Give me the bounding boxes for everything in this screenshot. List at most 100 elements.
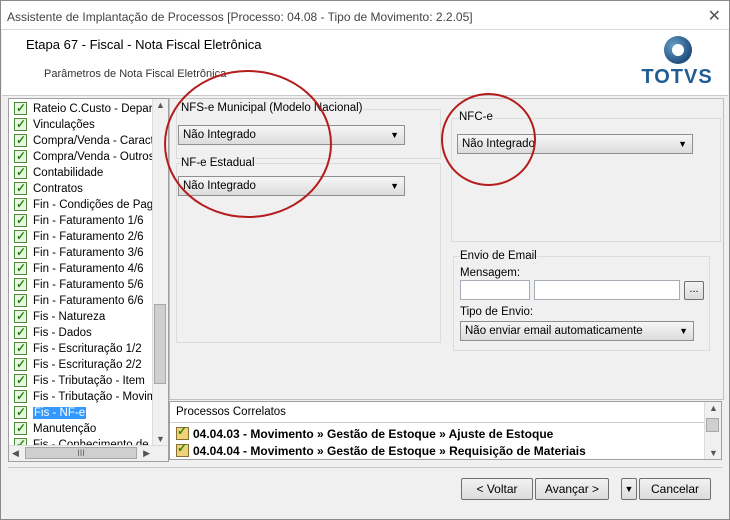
checkbox-checked-icon[interactable] <box>14 132 27 148</box>
scroll-up-icon[interactable]: ▲ <box>709 403 718 413</box>
next-button[interactable]: Avançar > <box>535 478 609 500</box>
chevron-down-icon: ▼ <box>678 139 687 149</box>
related-process-text: 04.04.04 - Movimento » Gestão de Estoque… <box>193 444 586 458</box>
related-process-item[interactable]: 04.04.04 - Movimento » Gestão de Estoque… <box>176 441 586 458</box>
checkbox-checked-icon[interactable] <box>14 388 27 404</box>
message-description-field[interactable] <box>534 280 680 300</box>
step-list-item-label: Manutenção <box>33 423 97 435</box>
scroll-down-icon[interactable]: ▼ <box>709 448 718 458</box>
step-list-item-label: Fin - Faturamento 3/6 <box>33 247 144 259</box>
browse-message-button[interactable]: ... <box>684 281 704 300</box>
step-list-item[interactable]: Contratos <box>9 180 152 197</box>
send-type-dropdown[interactable]: Não enviar email automaticamente ▼ <box>460 321 694 341</box>
step-list-item-label: Vinculações <box>33 119 95 131</box>
step-list-item[interactable]: Fin - Faturamento 3/6 <box>9 244 152 261</box>
chevron-down-icon: ▼ <box>390 130 399 140</box>
checkbox-checked-icon[interactable] <box>14 340 27 356</box>
step-list: Rateio C.Custo - Depart Vinculações Compra… <box>8 98 169 462</box>
step-list-item[interactable]: Fin - Faturamento 4/6 <box>9 260 152 277</box>
step-list-item[interactable]: Manutenção <box>9 420 152 437</box>
checkbox-checked-icon[interactable] <box>14 292 27 308</box>
related-process-item[interactable]: 04.04.03 - Movimento » Gestão de Estoque… <box>176 424 553 441</box>
checkbox-checked-icon[interactable] <box>14 324 27 340</box>
step-list-item[interactable]: Compra/Venda - Outros <box>9 148 155 165</box>
step-list-item[interactable]: Fis - Dados <box>9 324 152 341</box>
related-processes-title: Processos Correlatos <box>176 406 286 418</box>
checkbox-checked-icon[interactable] <box>14 148 27 164</box>
step-list-item[interactable]: Fis - NF-e <box>9 404 152 421</box>
cancel-button[interactable]: Cancelar <box>639 478 711 500</box>
step-list-item[interactable]: Fin - Faturamento 5/6 <box>9 276 152 293</box>
step-list-item[interactable]: Fis - Tributação - Movim <box>9 388 156 405</box>
annotation-circle-nfce <box>441 93 536 186</box>
step-list-item-label: Contabilidade <box>33 167 104 179</box>
checkbox-checked-icon[interactable] <box>14 196 27 212</box>
step-list-item[interactable]: Rateio C.Custo - Depart <box>9 100 156 117</box>
checkbox-checked-icon[interactable] <box>14 276 27 292</box>
send-type-label: Tipo de Envio: <box>460 306 534 318</box>
scroll-up-icon[interactable]: ▲ <box>156 100 165 110</box>
email-group-label: Envio de Email <box>460 250 537 262</box>
window-title: Assistente de Implantação de Processos [… <box>7 10 473 24</box>
checkbox-checked-icon[interactable] <box>14 180 27 196</box>
step-list-item[interactable]: Contabilidade <box>9 164 152 181</box>
checkbox-checked-icon[interactable] <box>14 356 27 372</box>
chevron-down-icon: ▼ <box>679 326 688 336</box>
step-list-item-label: Fin - Faturamento 2/6 <box>33 231 144 243</box>
step-list-item[interactable]: Fin - Faturamento 6/6 <box>9 292 152 309</box>
checkbox-checked-icon[interactable] <box>14 404 27 420</box>
scroll-right-icon[interactable]: ▶ <box>143 448 150 459</box>
step-list-item-label: Fin - Faturamento 6/6 <box>33 295 144 307</box>
step-list-item-label: Compra/Venda - Caracte <box>33 135 161 147</box>
options-menu-button[interactable]: ▼ <box>621 478 637 500</box>
checkbox-checked-icon[interactable] <box>14 116 27 132</box>
process-check-icon <box>176 424 189 440</box>
step-list-item-label: Fis - Natureza <box>33 311 106 323</box>
step-list-item-label: Fis - NF-e <box>33 407 87 419</box>
step-list-horizontal-scrollbar[interactable]: ◀ III ▶ <box>9 445 168 461</box>
checkbox-checked-icon[interactable] <box>14 260 27 276</box>
scroll-left-icon[interactable]: ◀ <box>12 448 19 459</box>
checkbox-checked-icon[interactable] <box>14 420 27 436</box>
scroll-thumb[interactable] <box>154 304 166 384</box>
step-list-item[interactable]: Fin - Faturamento 1/6 <box>9 212 152 229</box>
step-list-item[interactable]: Fis - Natureza <box>9 308 152 325</box>
related-processes-scrollbar[interactable]: ▲ ▼ <box>704 402 721 459</box>
step-list-item[interactable]: Fis - Escrituração 2/2 <box>9 356 152 373</box>
step-list-item[interactable]: Fin - Faturamento 2/6 <box>9 228 152 245</box>
step-list-item-label: Fin - Faturamento 5/6 <box>33 279 144 291</box>
checkbox-checked-icon[interactable] <box>14 228 27 244</box>
step-list-item[interactable]: Compra/Venda - Caracte <box>9 132 160 149</box>
related-processes-panel: Processos Correlatos 04.04.03 - Moviment… <box>169 401 722 460</box>
checkbox-checked-icon[interactable] <box>14 164 27 180</box>
wizard-window: Assistente de Implantação de Processos [… <box>0 0 730 520</box>
step-list-item[interactable]: Fin - Condições de Paga <box>9 196 160 213</box>
message-field[interactable] <box>460 280 530 300</box>
step-list-item-label: Compra/Venda - Outros <box>33 151 155 163</box>
step-list-items: Rateio C.Custo - Depart Vinculações Compra… <box>9 100 160 453</box>
scroll-down-icon[interactable]: ▼ <box>156 434 165 444</box>
step-list-item[interactable]: Fis - Tributação - Item <box>9 372 152 389</box>
send-type-value: Não enviar email automaticamente <box>465 325 643 337</box>
parameters-panel: NFS-e Municipal (Modelo Nacional) Não In… <box>164 70 724 400</box>
chevron-down-icon: ▼ <box>390 181 399 191</box>
scroll-thumb[interactable] <box>706 418 719 432</box>
step-title: Etapa 67 - Fiscal - Nota Fiscal Eletrôni… <box>26 37 262 52</box>
checkbox-checked-icon[interactable] <box>14 212 27 228</box>
step-list-item-label: Fin - Faturamento 4/6 <box>33 263 144 275</box>
checkbox-checked-icon[interactable] <box>14 244 27 260</box>
step-list-item-label: Fis - Escrituração 2/2 <box>33 359 142 371</box>
back-button[interactable]: < Voltar <box>461 478 533 500</box>
close-icon[interactable]: ✕ <box>708 6 721 26</box>
step-list-item[interactable]: Fis - Escrituração 1/2 <box>9 340 152 357</box>
checkbox-checked-icon[interactable] <box>14 100 27 116</box>
title-bar: Assistente de Implantação de Processos [… <box>1 1 729 30</box>
checkbox-checked-icon[interactable] <box>14 308 27 324</box>
step-list-item-label: Rateio C.Custo - Depart <box>33 103 156 115</box>
hscroll-thumb[interactable]: III <box>25 447 137 459</box>
step-list-item[interactable]: Vinculações <box>9 116 152 133</box>
step-list-item-label: Fis - Tributação - Item <box>33 375 145 387</box>
checkbox-checked-icon[interactable] <box>14 372 27 388</box>
step-list-item-label: Fis - Escrituração 1/2 <box>33 343 142 355</box>
divider <box>170 422 706 423</box>
